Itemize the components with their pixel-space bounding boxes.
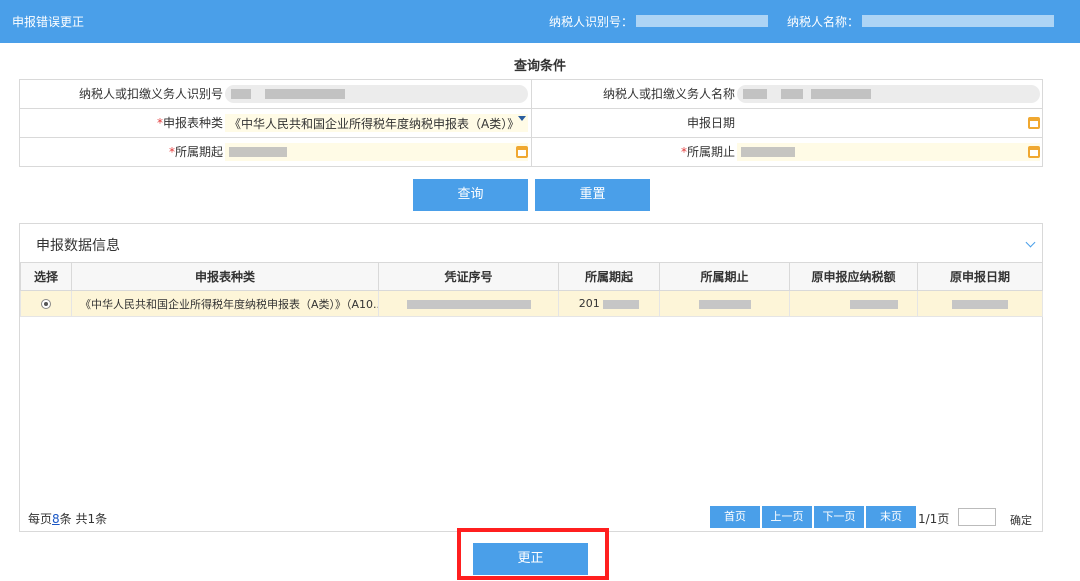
last-page-button[interactable]: 末页 [866, 506, 916, 528]
column-header: 申报表种类 [71, 262, 379, 291]
taxpayer-name-label: 纳税人名称： [787, 15, 860, 29]
period-end-cell [659, 290, 790, 317]
pager-info: 每页8条 共1条 [28, 512, 108, 526]
voucher-number-cell [378, 290, 559, 317]
next-page-button[interactable]: 下一页 [814, 506, 864, 528]
row-select-radio-cell[interactable] [20, 290, 72, 317]
panel-title: 申报数据信息 [36, 238, 120, 254]
page-title: 申报错误更正 [12, 15, 85, 29]
collapse-chevron-icon[interactable] [1025, 237, 1036, 248]
payer-id-label: 纳税人或扣缴义务人识别号 [78, 87, 223, 101]
form-type-select[interactable]: 《中华人民共和国企业所得税年度纳税申报表（A类）》 [225, 114, 528, 132]
query-conditions-title: 查询条件 [513, 59, 566, 74]
first-page-button[interactable]: 首页 [710, 506, 760, 528]
calendar-icon[interactable] [1028, 146, 1040, 158]
taxpayer-id-value-redacted [636, 15, 768, 27]
taxpayer-name-value-redacted [862, 15, 1054, 27]
column-header: 所属期起 [558, 262, 660, 291]
column-header: 所属期止 [659, 262, 790, 291]
column-header: 原申报日期 [917, 262, 1043, 291]
original-date-cell [917, 290, 1043, 317]
form-type-cell: 《中华人民共和国企业所得税年度纳税申报表（A类）》（A10... [71, 290, 379, 317]
highlight-annotation-box [457, 528, 609, 580]
payer-name-label: 纳税人或扣缴义务人名称 [602, 87, 735, 101]
form-row-3: *所属期起 *所属期止 [20, 138, 1042, 167]
prev-page-button[interactable]: 上一页 [762, 506, 812, 528]
calendar-icon[interactable] [516, 146, 528, 158]
table-header-row: 选择 申报表种类 凭证序号 所属期起 所属期止 原申报应纳税额 原申报日期 [20, 262, 1043, 291]
page-jump-confirm[interactable]: 确定 [1010, 512, 1032, 528]
reset-button[interactable]: 重置 [535, 179, 650, 211]
period-start-field[interactable] [225, 143, 528, 161]
period-start-cell: 201 [558, 290, 660, 317]
taxpayer-id-label: 纳税人识别号： [549, 15, 634, 29]
top-header-bar: 申报错误更正 纳税人识别号： 纳税人名称： [0, 0, 1080, 43]
column-header: 选择 [20, 262, 72, 291]
payer-name-field [737, 85, 1040, 103]
declare-date-label: 申报日期 [686, 116, 735, 130]
column-header: 原申报应纳税额 [789, 262, 918, 291]
page-status: 1/1页 [918, 512, 950, 526]
page-jump-input[interactable] [958, 508, 996, 526]
declaration-data-panel: 申报数据信息 选择 申报表种类 凭证序号 所属期起 所属期止 原申报应纳税额 原… [19, 223, 1043, 532]
form-row-2: *申报表种类 《中华人民共和国企业所得税年度纳税申报表（A类）》 申报日期 [20, 109, 1042, 138]
period-end-label: *所属期止 [680, 145, 735, 159]
original-tax-cell [789, 290, 918, 317]
chevron-down-icon[interactable] [518, 116, 526, 121]
column-header: 凭证序号 [378, 262, 559, 291]
declaration-table: 选择 申报表种类 凭证序号 所属期起 所属期止 原申报应纳税额 原申报日期 《中… [20, 262, 1043, 317]
query-button[interactable]: 查询 [413, 179, 528, 211]
period-start-label: *所属期起 [168, 145, 223, 159]
form-row-1: 纳税人或扣缴义务人识别号 纳税人或扣缴义务人名称 [20, 80, 1042, 109]
period-end-field[interactable] [737, 143, 1040, 161]
row-select-radio[interactable] [41, 299, 51, 309]
form-type-selected-value: 《中华人民共和国企业所得税年度纳税申报表（A类）》 [229, 117, 520, 131]
table-row[interactable]: 《中华人民共和国企业所得税年度纳税申报表（A类）》（A10... 201 [20, 290, 1043, 317]
form-type-label: *申报表种类 [156, 116, 223, 130]
page-size-link[interactable]: 8 [52, 512, 60, 526]
query-form: 纳税人或扣缴义务人识别号 纳税人或扣缴义务人名称 *申报表种类 《中华人民共和国… [19, 79, 1043, 167]
payer-id-field [225, 85, 528, 103]
declare-date-field[interactable] [737, 114, 1040, 132]
calendar-icon[interactable] [1028, 117, 1040, 129]
